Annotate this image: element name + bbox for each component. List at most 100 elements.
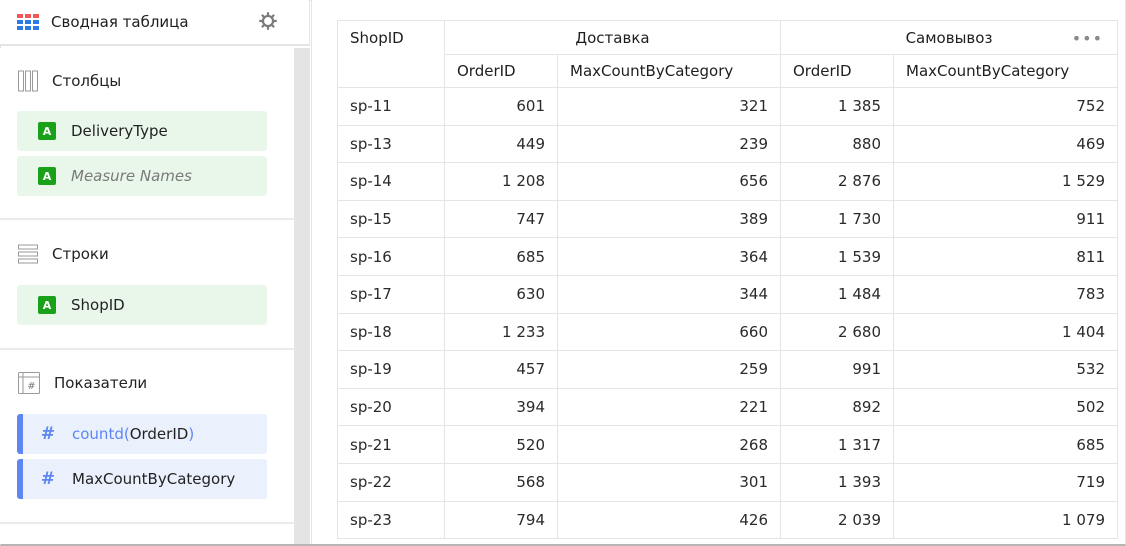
field-chip-maxcountbycategory[interactable]: # MaxCountByCategory [17,459,267,499]
value-cell: 321 [557,87,781,126]
value-cell: 880 [780,124,894,164]
visualization-title: Сводная таблица [51,13,189,31]
section-title: Столбцы [52,72,122,90]
dimension-type-icon: A [38,167,56,185]
column-header[interactable]: MaxCountByCategory [557,54,781,88]
value-cell: 1 529 [893,162,1118,201]
paren-close: ) [188,425,195,443]
row-header-cell: sp-11 [337,87,445,126]
column-header[interactable]: OrderID [444,54,558,88]
value-cell: 221 [557,387,781,427]
value-cell: 364 [557,237,781,276]
row-header-cell: sp-18 [337,312,445,352]
value-cell: 601 [444,87,558,126]
value-cell: 1 539 [780,237,894,276]
row-header-cell: sp-16 [337,237,445,276]
value-cell: 2 039 [780,500,894,540]
field-chip-countd-orderid[interactable]: # countd(OrderID) [17,414,267,454]
value-cell: 568 [444,462,558,502]
table-row: sp-23 794 426 2 039 1 079 [337,500,1118,540]
value-cell: 1 404 [893,312,1118,352]
table-row: sp-11 601 321 1 385 752 [337,87,1118,126]
row-header-shopid[interactable]: ShopID [337,20,445,88]
row-header-cell: sp-13 [337,124,445,164]
column-group-delivery[interactable]: Доставка [444,20,781,55]
value-cell: 991 [780,350,894,389]
value-cell: 2 680 [780,312,894,352]
function-name: countd [72,425,124,443]
measures-icon: # [18,372,40,394]
value-cell: 656 [557,162,781,201]
value-cell: 1 208 [444,162,558,201]
value-cell: 426 [557,500,781,540]
value-cell: 301 [557,462,781,502]
more-dots-icon[interactable]: ••• [1072,29,1103,48]
field-chip-shopid[interactable]: A ShopID [17,285,267,325]
columns-icon [18,70,38,92]
value-cell: 502 [893,387,1118,427]
section-measures: # Показатели # countd(OrderID) # MaxCoun… [0,350,294,524]
section-title: Строки [52,245,109,263]
value-cell: 469 [893,124,1118,164]
value-cell: 911 [893,199,1118,239]
row-header-cell: sp-22 [337,462,445,502]
table-row: sp-22 568 301 1 393 719 [337,462,1118,502]
table-row: sp-18 1 233 660 2 680 1 404 [337,312,1118,352]
value-cell: 1 393 [780,462,894,502]
dimension-type-icon: A [38,296,56,314]
gear-icon[interactable] [257,10,279,32]
value-cell: 239 [557,124,781,164]
value-cell: 344 [557,274,781,314]
table-row: sp-19 457 259 991 532 [337,350,1118,389]
function-argument: OrderID [129,425,189,443]
value-cell: 747 [444,199,558,239]
column-header[interactable]: OrderID [780,54,894,88]
value-cell: 2 876 [780,162,894,201]
rows-icon [18,244,38,264]
value-cell: 1 079 [893,500,1118,540]
measure-type-icon: # [40,424,56,444]
value-cell: 1 385 [780,87,894,126]
field-label: DeliveryType [71,122,168,140]
table-row: sp-21 520 268 1 317 685 [337,425,1118,464]
row-header-cell: sp-21 [337,425,445,464]
column-header[interactable]: MaxCountByCategory [893,54,1118,88]
table-row: sp-14 1 208 656 2 876 1 529 [337,162,1118,201]
value-cell: 685 [444,237,558,276]
value-cell: 752 [893,87,1118,126]
section-rows: Строки A ShopID [0,220,294,350]
table-row: sp-16 685 364 1 539 811 [337,237,1118,276]
table-row: sp-20 394 221 892 502 [337,387,1118,427]
value-cell: 268 [557,425,781,464]
table-row: sp-15 747 389 1 730 911 [337,199,1118,239]
field-chip-deliverytype[interactable]: A DeliveryType [17,111,267,151]
panel-scrollbar[interactable] [294,48,310,544]
measure-type-icon: # [40,469,56,489]
value-cell: 783 [893,274,1118,314]
value-cell: 449 [444,124,558,164]
value-cell: 1 233 [444,312,558,352]
value-cell: 1 484 [780,274,894,314]
section-columns: Столбцы A DeliveryType A Measure Names [0,48,294,220]
section-title: Показатели [54,374,148,392]
column-group-pickup[interactable]: Самовывоз ••• [780,20,1118,55]
field-label: MaxCountByCategory [72,470,236,488]
value-cell: 259 [557,350,781,389]
table-row: sp-17 630 344 1 484 783 [337,274,1118,314]
row-header-cell: sp-17 [337,274,445,314]
field-chip-measure-names[interactable]: A Measure Names [17,156,267,196]
value-cell: 457 [444,350,558,389]
value-cell: 520 [444,425,558,464]
table-row: sp-13 449 239 880 469 [337,124,1118,164]
value-cell: 532 [893,350,1118,389]
table-body: sp-11 601 321 1 385 752 sp-13 449 239 880 469 sp-1… [337,87,1118,540]
value-cell: 892 [780,387,894,427]
visualization-header[interactable]: Сводная таблица [0,0,310,46]
row-header-cell: sp-14 [337,162,445,201]
value-cell: 389 [557,199,781,239]
section-measures-header: # Показатели [18,372,147,394]
preview-area: ShopID Доставка Самовывоз ••• OrderID Max… [311,0,1125,544]
value-cell: 660 [557,312,781,352]
value-cell: 685 [893,425,1118,464]
value-cell: 811 [893,237,1118,276]
